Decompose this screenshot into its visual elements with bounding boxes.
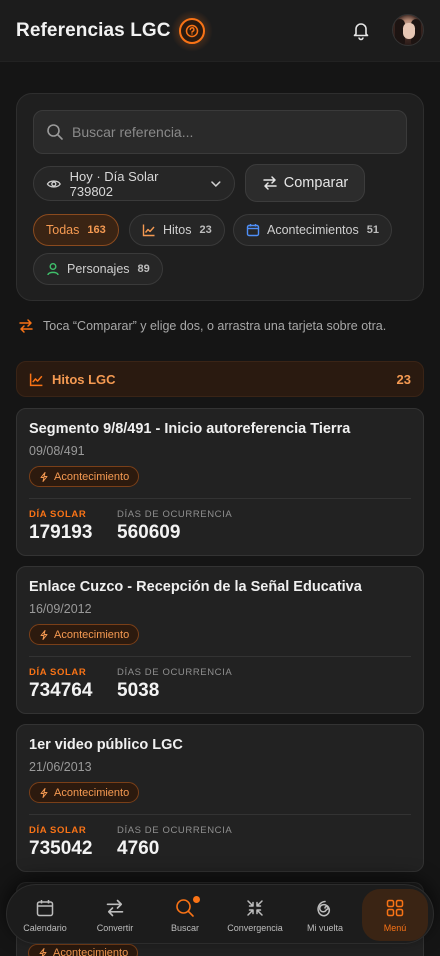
chip-label: Acontecimientos bbox=[267, 223, 359, 237]
stat-value-solar-day: 735042 bbox=[29, 838, 93, 859]
day-select-label: Hoy · Día Solar 739802 bbox=[69, 168, 159, 199]
swap-icon bbox=[19, 319, 33, 333]
stat-label-days: DÍAS DE OCURRENCIA bbox=[117, 667, 233, 678]
chip-count: 89 bbox=[137, 263, 150, 275]
card-date: 16/09/2012 bbox=[29, 602, 92, 616]
spiral-icon bbox=[317, 900, 331, 916]
card-tag: Acontecimiento bbox=[29, 782, 140, 803]
chip-acontecimientos[interactable]: Acontecimientos 51 bbox=[233, 214, 392, 246]
search-box[interactable] bbox=[33, 110, 407, 154]
card-tag: Acontecimiento bbox=[29, 466, 140, 487]
nav-item-calendario[interactable]: Calendario bbox=[12, 889, 78, 941]
hint-text: Toca “Comparar” y elige dos, o arrastra … bbox=[43, 319, 387, 333]
converge-icon bbox=[247, 899, 263, 916]
card-divider bbox=[29, 656, 411, 657]
help-button[interactable] bbox=[170, 9, 213, 52]
stat-label-solar-day: DÍA SOLAR bbox=[29, 667, 87, 678]
avatar[interactable] bbox=[392, 14, 424, 46]
chevron-down-icon bbox=[211, 180, 221, 187]
person-icon bbox=[47, 263, 59, 276]
filter-panel: Hoy · Día Solar 739802 Comparar Todas 16… bbox=[16, 93, 424, 301]
stat-value-days: 560609 bbox=[117, 522, 181, 543]
reference-card[interactable]: Enlace Cuzco - Recepción de la Señal Edu… bbox=[16, 566, 424, 714]
calendar-icon bbox=[36, 899, 54, 916]
card-tag: Acontecimiento bbox=[29, 624, 140, 645]
bolt-icon bbox=[40, 787, 48, 798]
compare-button[interactable]: Comparar bbox=[245, 164, 365, 202]
section-label: Hitos LGC bbox=[52, 371, 116, 387]
card-divider bbox=[29, 814, 411, 815]
stat-value-days: 4760 bbox=[117, 838, 160, 859]
stat-label-solar-day: DÍA SOLAR bbox=[29, 825, 87, 836]
section-header-hitos[interactable]: Hitos LGC 23 bbox=[16, 361, 424, 397]
nav-item-buscar[interactable]: Buscar bbox=[152, 889, 218, 941]
reference-card[interactable]: Segmento 9/8/491 - Inicio autoreferencia… bbox=[16, 408, 424, 556]
search-input[interactable] bbox=[72, 124, 372, 140]
nav-item-convergencia[interactable]: Convergencia bbox=[222, 889, 288, 941]
notification-dot bbox=[193, 895, 200, 903]
chip-hitos[interactable]: Hitos 23 bbox=[129, 214, 225, 246]
stat-value-solar-day: 179193 bbox=[29, 522, 93, 543]
chip-count: 163 bbox=[87, 224, 106, 236]
card-date: 09/08/491 bbox=[29, 444, 85, 458]
stat-value-days: 5038 bbox=[117, 680, 160, 701]
nav-item-convertir[interactable]: Convertir bbox=[82, 889, 148, 941]
swap-icon bbox=[263, 176, 277, 190]
nav-item-mi-vuelta[interactable]: Mi vuelta bbox=[292, 889, 358, 941]
chip-count: 51 bbox=[366, 224, 379, 236]
card-divider bbox=[29, 498, 411, 499]
chip-label: Hitos bbox=[163, 223, 192, 237]
card-date: 21/06/2013 bbox=[29, 760, 92, 774]
eye-icon bbox=[46, 179, 61, 188]
trend-chart-icon bbox=[142, 224, 155, 237]
bolt-icon bbox=[40, 471, 48, 482]
page-title: Referencias LGC bbox=[16, 19, 171, 41]
trend-chart-icon bbox=[29, 373, 43, 386]
question-circle-icon bbox=[178, 17, 205, 44]
stat-label-days: DÍAS DE OCURRENCIA bbox=[117, 825, 233, 836]
day-select[interactable]: Hoy · Día Solar 739802 bbox=[33, 166, 235, 201]
chip-todas[interactable]: Todas 163 bbox=[33, 214, 119, 246]
compare-hint: Toca “Comparar” y elige dos, o arrastra … bbox=[18, 318, 386, 334]
reference-card[interactable]: 1er video público LGC 21/06/2013 Acontec… bbox=[16, 724, 424, 872]
bell-icon[interactable] bbox=[350, 19, 372, 41]
card-title: 1er video público LGC bbox=[29, 737, 183, 753]
chip-personajes[interactable]: Personajes 89 bbox=[33, 253, 163, 285]
calendar-icon bbox=[246, 224, 260, 237]
app-header: Referencias LGC bbox=[0, 0, 440, 62]
search-icon bbox=[47, 124, 63, 140]
nav-item-menu[interactable]: Menú bbox=[362, 889, 428, 941]
chip-label: Todas bbox=[46, 223, 80, 237]
stat-label-solar-day: DÍA SOLAR bbox=[29, 509, 87, 520]
bottom-nav: Calendario Convertir Buscar Convergencia bbox=[6, 884, 434, 944]
bolt-icon bbox=[39, 948, 47, 956]
stat-label-days: DÍAS DE OCURRENCIA bbox=[117, 509, 233, 520]
chip-count: 23 bbox=[199, 224, 212, 236]
bolt-icon bbox=[40, 629, 48, 640]
section-count: 23 bbox=[396, 371, 411, 387]
stat-value-solar-day: 734764 bbox=[29, 680, 93, 701]
swap-icon bbox=[106, 899, 124, 916]
chip-label: Personajes bbox=[67, 262, 130, 276]
compare-label: Comparar bbox=[283, 175, 349, 191]
card-title: Enlace Cuzco - Recepción de la Señal Edu… bbox=[29, 579, 362, 595]
card-title: Segmento 9/8/491 - Inicio autoreferencia… bbox=[29, 421, 351, 437]
card-tag: Acontecimiento bbox=[28, 944, 139, 956]
search-icon bbox=[176, 898, 194, 917]
grid-icon bbox=[386, 899, 404, 916]
